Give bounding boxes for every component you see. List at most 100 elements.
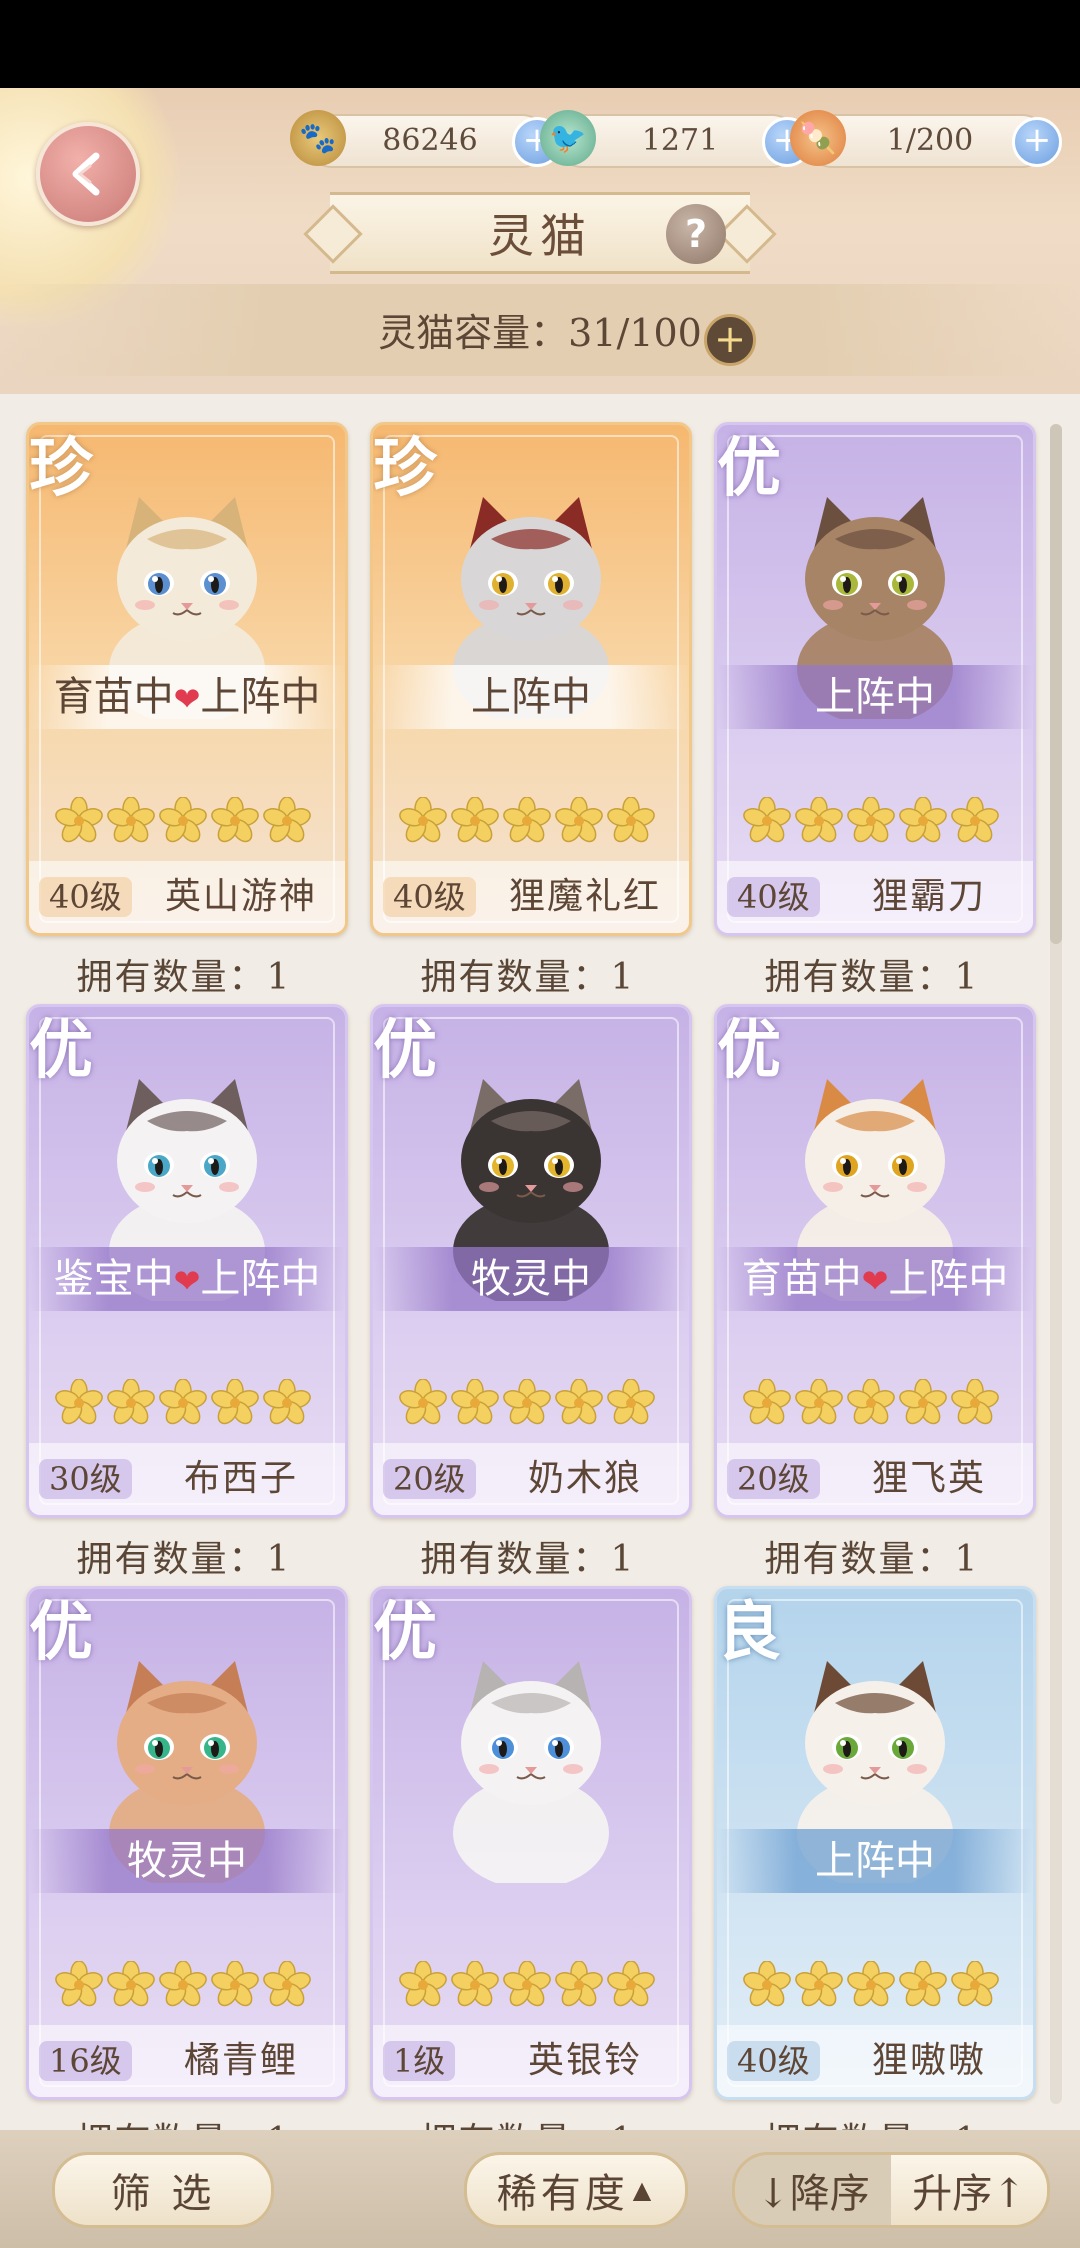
- ascending-button[interactable]: 升序↑: [891, 2155, 1047, 2225]
- cat-level: 40级: [39, 877, 132, 917]
- star-icon: [107, 797, 155, 843]
- star-icon: [555, 1379, 603, 1425]
- status-band: 牧灵中: [373, 1247, 689, 1311]
- filter-button[interactable]: 筛 选: [52, 2152, 274, 2228]
- star-icon: [55, 797, 103, 843]
- cat-card[interactable]: 优 1级 英银铃: [370, 1586, 692, 2100]
- star-icon: [743, 1961, 791, 2007]
- star-icon: [55, 1379, 103, 1425]
- star-icon: [607, 1961, 655, 2007]
- star-icon: [555, 797, 603, 843]
- star-icon: [451, 1379, 499, 1425]
- star-icon: [899, 797, 947, 843]
- rarity-tag: 优: [373, 1595, 437, 1670]
- cat-card[interactable]: 优上阵中 40级 狸霸刀: [714, 422, 1036, 936]
- cat-level: 20级: [383, 1459, 476, 1499]
- cat-level: 20级: [727, 1459, 820, 1499]
- star-icon: [211, 797, 259, 843]
- status-label: 上阵中: [815, 674, 935, 720]
- cat-card[interactable]: 优牧灵中 16级 橘青鲤: [26, 1586, 348, 2100]
- cat-card[interactable]: 珍育苗中❤上阵中 40级 英山游神: [26, 422, 348, 936]
- owned-count: 拥有数量：1: [420, 1539, 636, 1580]
- rarity-tag: 优: [29, 1013, 93, 1088]
- owned-count: 拥有数量：1: [76, 1539, 292, 1580]
- star-rating: [399, 1961, 655, 2009]
- cat-card[interactable]: 优育苗中❤上阵中 20级 狸飞英: [714, 1004, 1036, 1518]
- cat-grid: 珍育苗中❤上阵中 40级 英山游神 拥有数量：1 珍上阵中 40级 狸魔礼红 拥有数量：1 优上…: [0, 394, 1080, 2130]
- star-rating: [743, 1961, 999, 2009]
- expand-capacity-button[interactable]: +: [704, 314, 756, 366]
- star-icon: [263, 1379, 311, 1425]
- status-band: 鉴宝中❤上阵中: [29, 1247, 345, 1311]
- star-icon: [263, 1961, 311, 2007]
- status-label: 鉴宝中: [53, 1256, 174, 1302]
- cat-card[interactable]: 优牧灵中 20级 奶木狼: [370, 1004, 692, 1518]
- status-label-secondary: 上阵中: [888, 1256, 1009, 1302]
- status-label: 上阵中: [815, 1838, 935, 1884]
- star-icon: [847, 797, 895, 843]
- rarity-tag: 珍: [29, 431, 93, 506]
- cat-level: 40级: [383, 877, 476, 917]
- status-band: 上阵中: [373, 665, 689, 729]
- star-rating: [743, 797, 999, 845]
- star-icon: [263, 797, 311, 843]
- star-rating: [399, 797, 655, 845]
- cat-name: 橘青鲤: [183, 2040, 298, 2081]
- status-bar: [0, 0, 1080, 88]
- star-icon: [503, 797, 551, 843]
- rarity-tag: 优: [373, 1013, 437, 1088]
- star-rating: [55, 797, 311, 845]
- cat-card[interactable]: 珍上阵中 40级 狸魔礼红: [370, 422, 692, 936]
- star-icon: [159, 1379, 207, 1425]
- paw-coin-counter: 🐾 86246 +: [290, 110, 562, 168]
- status-label: 牧灵中: [127, 1838, 247, 1884]
- star-rating: [55, 1379, 311, 1427]
- rarity-sort-label: 稀有度: [496, 2171, 629, 2217]
- status-band: 牧灵中: [29, 1829, 345, 1893]
- owned-count: 拥有数量：1: [26, 2112, 342, 2130]
- owned-count: 拥有数量：1: [714, 2112, 1030, 2130]
- star-icon: [451, 1961, 499, 2007]
- star-icon: [399, 1961, 447, 2007]
- help-button[interactable]: ?: [666, 204, 726, 264]
- jade-bird-counter: 🐦 1271 +: [540, 110, 812, 168]
- rarity-tag: 优: [717, 1013, 781, 1088]
- status-band: 上阵中: [717, 1829, 1033, 1893]
- star-icon: [607, 797, 655, 843]
- star-icon: [743, 797, 791, 843]
- jade-bird-icon: 🐦: [540, 110, 596, 166]
- cat-level: 1级: [383, 2041, 456, 2081]
- status-label: 上阵中: [471, 674, 591, 720]
- star-icon: [607, 1379, 655, 1425]
- cat-name: 狸嗷嗷: [871, 2040, 986, 2081]
- heart-icon: ❤: [173, 680, 201, 718]
- descending-button[interactable]: ↓降序: [735, 2155, 891, 2225]
- back-arrow-icon: [72, 152, 100, 196]
- star-icon: [451, 797, 499, 843]
- status-label-secondary: 上阵中: [200, 674, 321, 720]
- card-info: 40级 英山游神: [29, 861, 345, 933]
- paw-coin-value: 86246: [382, 123, 478, 158]
- rarity-tag: 珍: [373, 431, 437, 506]
- status-band: 上阵中: [717, 665, 1033, 729]
- star-icon: [107, 1961, 155, 2007]
- scrollbar-thumb[interactable]: [1050, 424, 1062, 944]
- jade-bird-value: 1271: [641, 123, 719, 158]
- owned-count: 拥有数量：1: [420, 957, 636, 998]
- star-icon: [795, 1379, 843, 1425]
- bottom-toolbar: 筛 选 稀有度 ▲ ↓降序 升序↑: [0, 2130, 1080, 2248]
- add-dumpling-button[interactable]: +: [1012, 117, 1062, 167]
- cat-card[interactable]: 优鉴宝中❤上阵中 30级 布西子: [26, 1004, 348, 1518]
- rarity-sort-button[interactable]: 稀有度 ▲: [464, 2152, 688, 2228]
- star-icon: [399, 797, 447, 843]
- rarity-tag: 优: [717, 431, 781, 506]
- rarity-tag: 优: [29, 1595, 93, 1670]
- star-icon: [159, 1961, 207, 2007]
- capacity-label: 灵猫容量：31/100: [378, 311, 702, 355]
- cat-card[interactable]: 良上阵中 40级 狸嗷嗷: [714, 1586, 1036, 2100]
- cat-name: 狸霸刀: [871, 876, 986, 917]
- back-button[interactable]: [36, 122, 140, 226]
- page-title: 灵猫: [488, 209, 592, 263]
- dumpling-counter: 🍡 1/200 +: [790, 110, 1062, 168]
- star-icon: [951, 1379, 999, 1425]
